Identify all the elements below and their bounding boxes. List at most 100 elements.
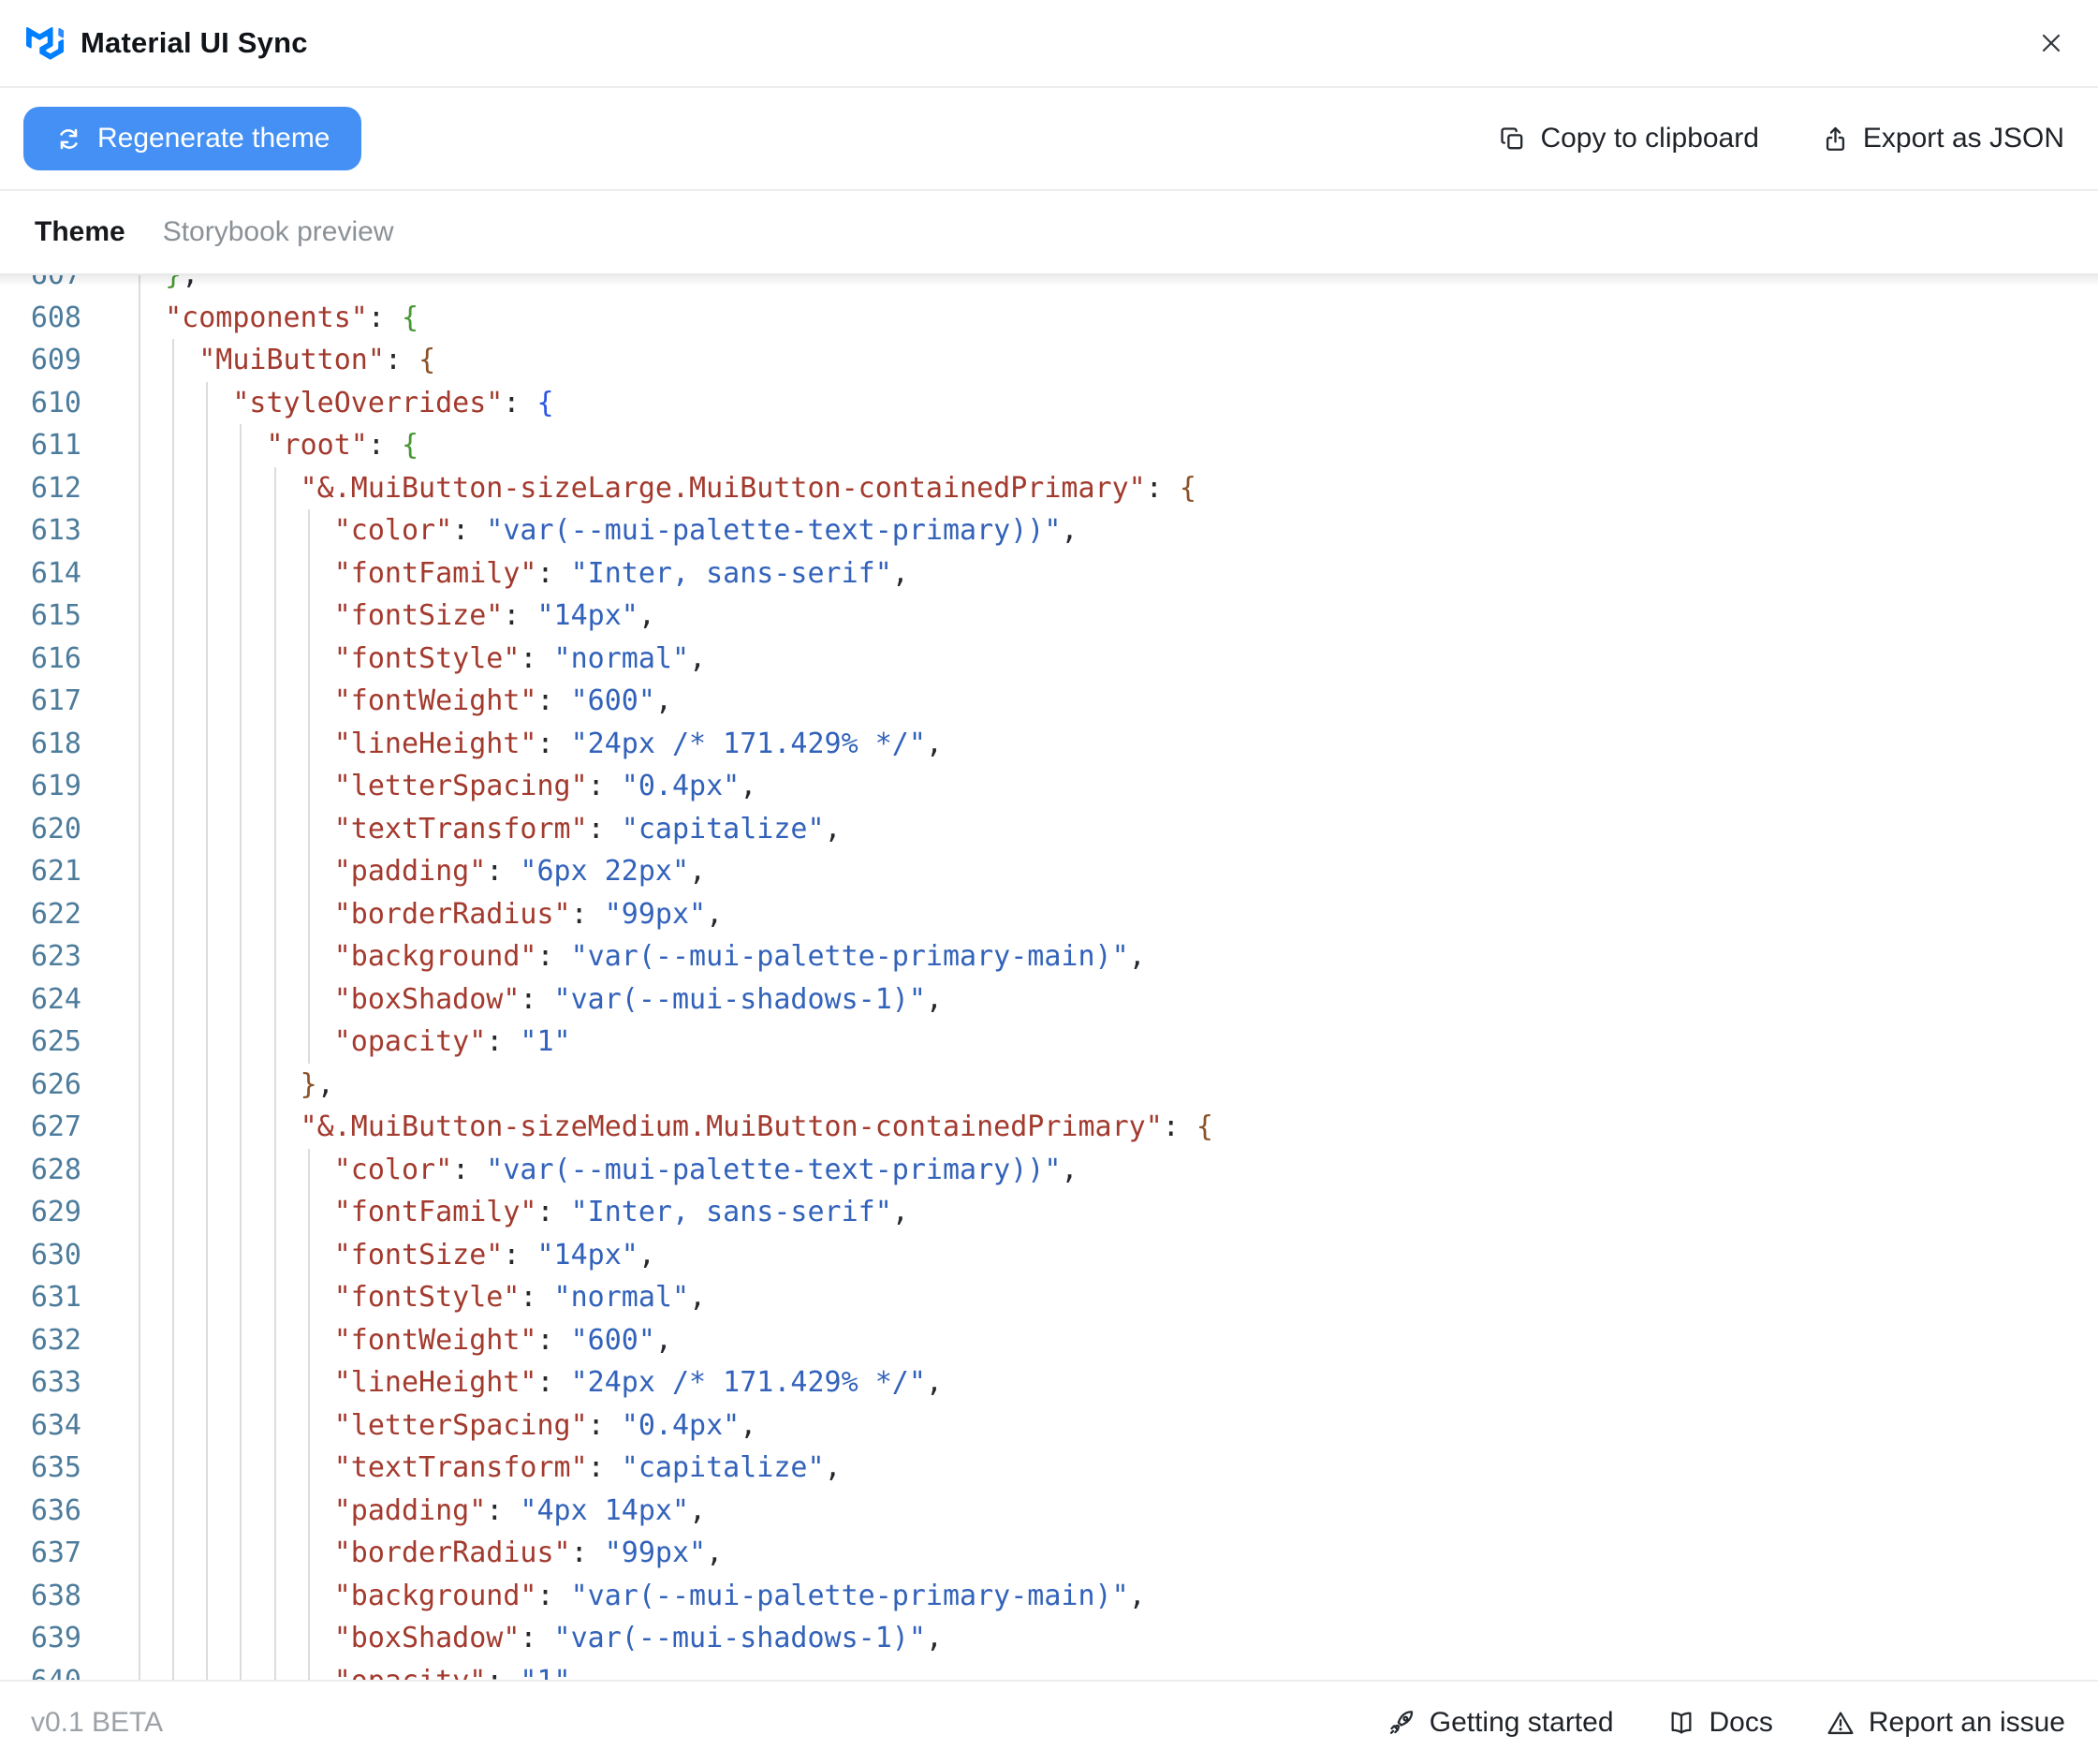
indent-guide — [206, 637, 209, 680]
indent-guide — [172, 978, 175, 1021]
export-as-json-button[interactable]: Export as JSON — [1821, 123, 2064, 154]
code-line-content: "fontWeight": "600", — [131, 680, 2098, 723]
indent-guide — [240, 1106, 242, 1149]
indent-guide — [273, 1404, 276, 1447]
indent-guide — [307, 765, 310, 808]
book-icon — [1666, 1708, 1696, 1738]
code-line-content: "padding": "6px 22px", — [131, 850, 2098, 893]
code-line: 618 "lineHeight": "24px /* 171.429% */", — [0, 722, 2098, 765]
tab-bar: Theme Storybook preview — [0, 191, 2098, 275]
footer-link-label: Getting started — [1429, 1707, 1614, 1738]
indent-guide — [307, 595, 310, 638]
report-an-issue-link[interactable]: Report an issue — [1826, 1707, 2065, 1739]
indent-guide — [307, 807, 310, 850]
regenerate-theme-button[interactable]: Regenerate theme — [23, 107, 361, 170]
indent-guide — [172, 765, 175, 808]
indent-guide — [240, 1361, 242, 1404]
indent-guide — [240, 1148, 242, 1191]
indent-guide — [139, 807, 141, 850]
indent-guide — [240, 1233, 242, 1276]
version-badge: v0.1 BETA — [31, 1707, 164, 1738]
indent-guide — [307, 1318, 310, 1361]
indent-guide — [139, 1447, 141, 1490]
indent-guide — [273, 637, 276, 680]
tab-storybook-preview[interactable]: Storybook preview — [163, 216, 394, 248]
indent-guide — [307, 1617, 310, 1660]
line-number: 627 — [30, 1110, 81, 1143]
indent-guide — [240, 1276, 242, 1319]
line-number: 617 — [30, 684, 81, 717]
code-line-content: "opacity": "1" — [131, 1021, 2098, 1064]
indent-guide — [206, 1318, 209, 1361]
indent-guide — [206, 680, 209, 723]
indent-guide — [307, 1191, 310, 1234]
indent-guide — [139, 1021, 141, 1064]
indent-guide — [139, 1404, 141, 1447]
indent-guide — [139, 978, 141, 1021]
code-line: 629 "fontFamily": "Inter, sans-serif", — [0, 1191, 2098, 1234]
line-number: 632 — [30, 1323, 81, 1357]
code-line: 637 "borderRadius": "99px", — [0, 1532, 2098, 1575]
indent-guide — [273, 1276, 276, 1319]
code-line: 622 "borderRadius": "99px", — [0, 892, 2098, 935]
indent-guide — [139, 1361, 141, 1404]
indent-guide — [273, 935, 276, 978]
copy-icon — [1501, 126, 1523, 149]
indent-guide — [206, 978, 209, 1021]
indent-guide — [139, 1063, 141, 1106]
regenerate-theme-label: Regenerate theme — [97, 123, 330, 154]
code-line-content: "background": "var(--mui-palette-primary… — [131, 935, 2098, 978]
indent-guide — [240, 765, 242, 808]
rocket-icon — [1386, 1708, 1416, 1738]
indent-guide — [240, 424, 242, 467]
indent-guide — [206, 381, 209, 424]
indent-guide — [273, 1106, 276, 1149]
indent-guide — [172, 1404, 175, 1447]
indent-guide — [206, 1063, 209, 1106]
code-line-content: "&.MuiButton-sizeLarge.MuiButton-contain… — [131, 466, 2098, 509]
indent-guide — [206, 466, 209, 509]
code-line: 614 "fontFamily": "Inter, sans-serif", — [0, 551, 2098, 595]
copy-to-clipboard-button[interactable]: Copy to clipboard — [1498, 123, 1759, 154]
indent-guide — [240, 1191, 242, 1234]
indent-guide — [273, 551, 276, 595]
code-line: 608 "components": { — [0, 296, 2098, 339]
indent-guide — [172, 1659, 175, 1680]
line-number: 638 — [30, 1579, 81, 1612]
indent-guide — [206, 1447, 209, 1490]
indent-guide — [273, 1617, 276, 1660]
line-number: 612 — [30, 471, 81, 505]
getting-started-link[interactable]: Getting started — [1386, 1707, 1614, 1739]
code-line: 624 "boxShadow": "var(--mui-shadows-1)", — [0, 978, 2098, 1021]
indent-guide — [139, 296, 141, 339]
code-line-content: "lineHeight": "24px /* 171.429% */", — [131, 722, 2098, 765]
line-number: 610 — [30, 386, 81, 419]
indent-guide — [240, 1574, 242, 1617]
code-editor[interactable]: 607 },608 "components": {609 "MuiButton"… — [0, 275, 2098, 1680]
indent-guide — [172, 1191, 175, 1234]
indent-guide — [240, 1404, 242, 1447]
tab-theme[interactable]: Theme — [35, 216, 125, 248]
indent-guide — [139, 1276, 141, 1319]
line-number: 614 — [30, 556, 81, 590]
line-number: 640 — [0, 1660, 81, 1681]
docs-link[interactable]: Docs — [1666, 1707, 1773, 1739]
indent-guide — [172, 850, 175, 893]
close-button[interactable] — [2031, 22, 2072, 64]
code-line: 627 "&.MuiButton-sizeMedium.MuiButton-co… — [0, 1106, 2098, 1149]
indent-guide — [273, 1447, 276, 1490]
code-line: 612 "&.MuiButton-sizeLarge.MuiButton-con… — [0, 466, 2098, 509]
toolbar: Regenerate theme Copy to clipboard Expor… — [0, 88, 2098, 191]
indent-guide — [139, 1191, 141, 1234]
line-number: 629 — [30, 1196, 81, 1228]
indent-guide — [240, 978, 242, 1021]
code-line-content: "boxShadow": "var(--mui-shadows-1)", — [131, 978, 2098, 1021]
indent-guide — [307, 1276, 310, 1319]
mui-logo-icon — [26, 27, 64, 60]
indent-guide — [172, 424, 175, 467]
code-line: 636 "padding": "4px 14px", — [0, 1489, 2098, 1532]
code-line: 613 "color": "var(--mui-palette-text-pri… — [0, 509, 2098, 552]
indent-guide — [139, 339, 141, 382]
code-line: 638 "background": "var(--mui-palette-pri… — [0, 1574, 2098, 1617]
indent-guide — [307, 1489, 310, 1532]
